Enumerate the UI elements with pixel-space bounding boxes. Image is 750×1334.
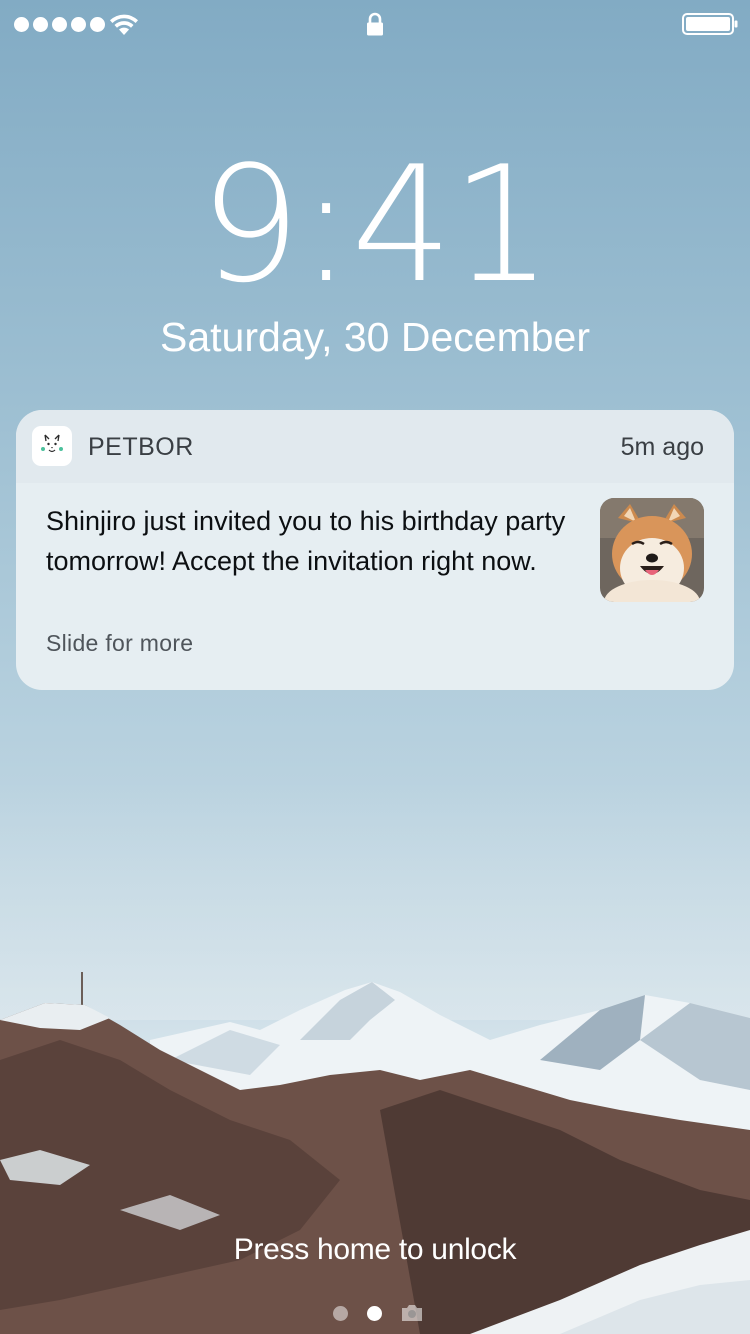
notification-timestamp: 5m ago	[620, 433, 704, 461]
wifi-icon	[110, 14, 138, 35]
notification-card[interactable]: PETBOR 5m ago Shinjiro just invited you …	[16, 410, 734, 690]
notification-app-name: PETBOR	[88, 433, 194, 461]
lock-icon	[367, 12, 383, 36]
lock-screen-clock: 9:41	[199, 131, 552, 318]
lock-screen-date: Saturday, 30 December	[160, 314, 590, 360]
battery-icon	[682, 13, 738, 35]
camera-icon[interactable]	[400, 1303, 424, 1323]
status-bar	[0, 0, 750, 48]
petbor-app-icon	[32, 426, 72, 466]
notification-header: PETBOR 5m ago	[16, 410, 734, 483]
notification-thumbnail-image	[600, 498, 704, 602]
page-indicator	[0, 1300, 750, 1326]
notification-message: Shinjiro just invited you to his birthda…	[46, 506, 566, 576]
page-dot-2-active	[367, 1306, 382, 1321]
page-dot-1	[333, 1306, 348, 1321]
notification-slide-hint: Slide for more	[46, 630, 194, 656]
cellular-signal-icon	[14, 17, 105, 32]
press-home-to-unlock-hint: Press home to unlock	[233, 1233, 517, 1266]
